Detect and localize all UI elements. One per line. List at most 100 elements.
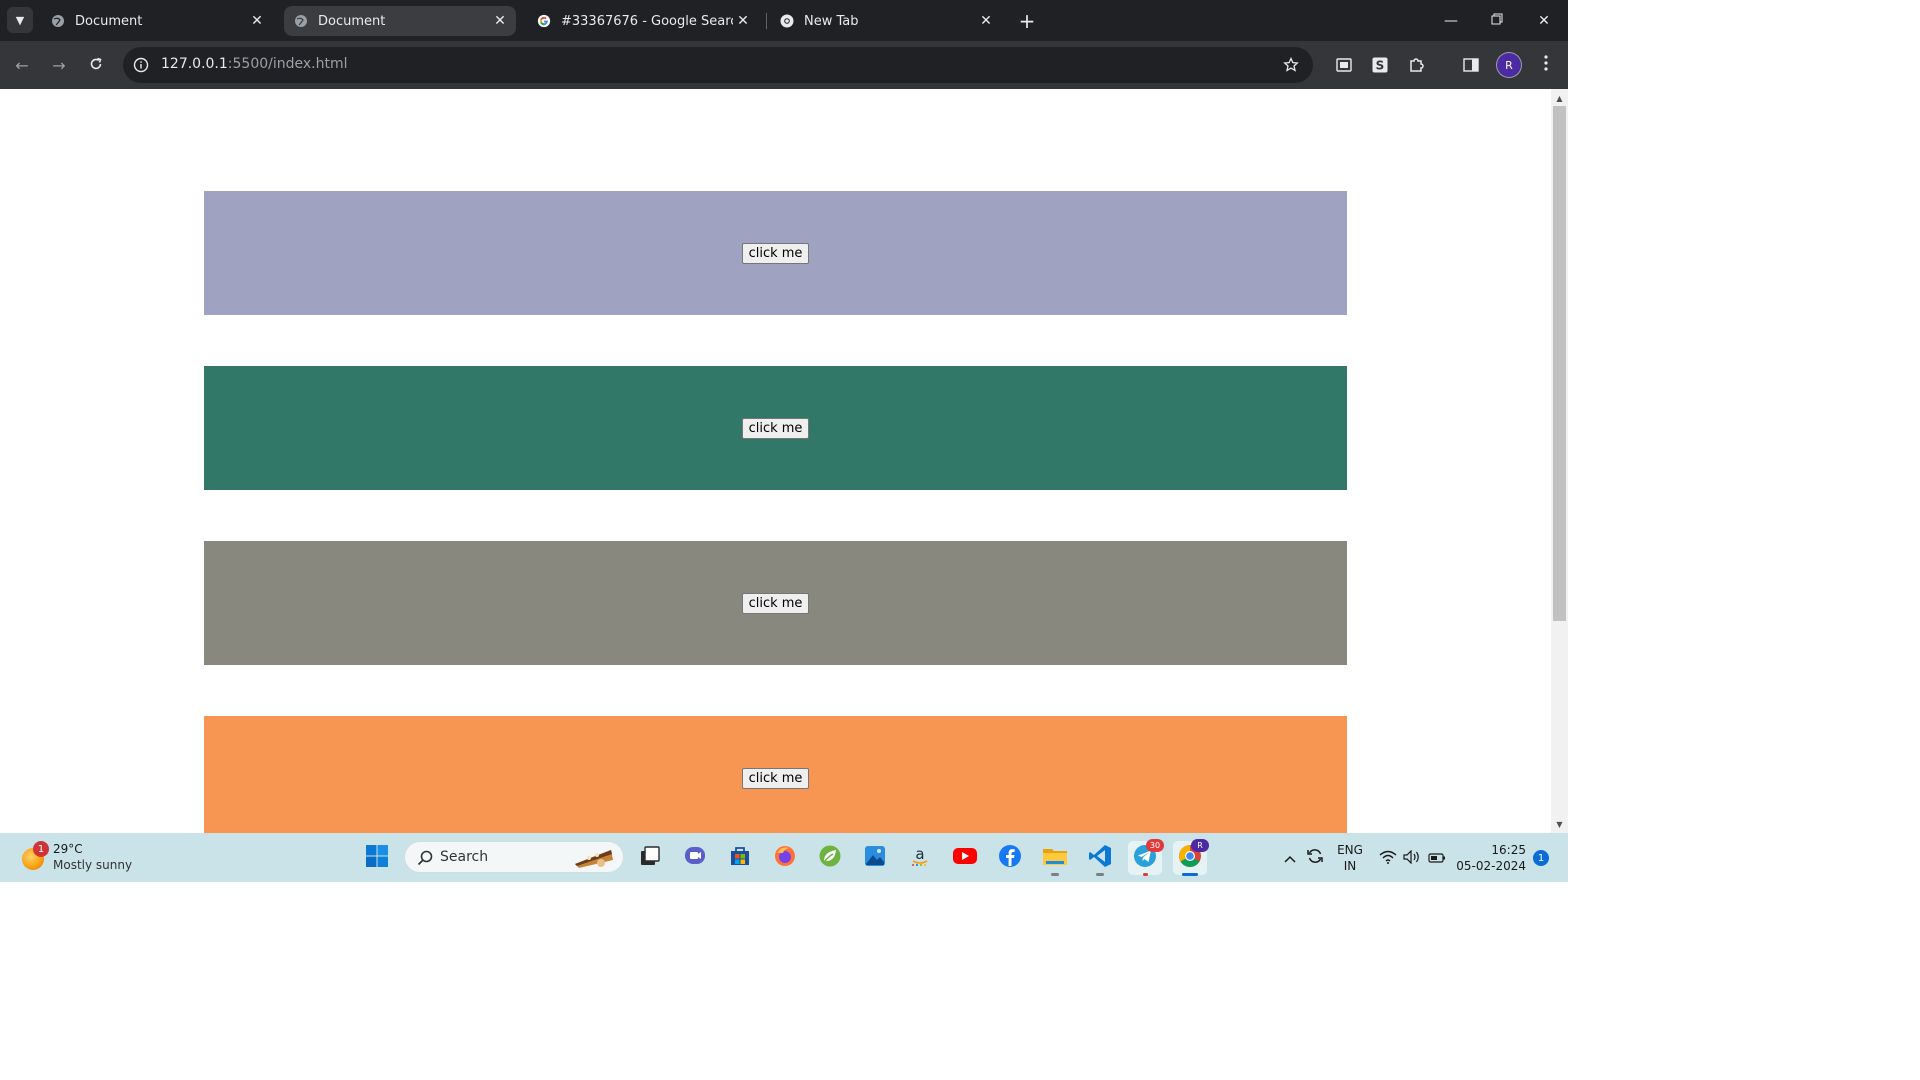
weather-widget[interactable]: 1 29°C Mostly sunny (22, 841, 152, 875)
color-box-1: click me (204, 191, 1347, 315)
chrome-profile-badge: R (1191, 839, 1209, 852)
photos-button[interactable] (858, 841, 892, 875)
telegram-button[interactable]: 30 (1128, 839, 1164, 876)
telegram-unread-badge: 30 (1146, 839, 1164, 852)
microsoft-store-button[interactable] (723, 841, 757, 875)
wifi-tray-button[interactable] (1378, 841, 1398, 875)
close-icon[interactable]: ✕ (247, 11, 267, 31)
language-indicator[interactable]: ENG IN (1336, 842, 1364, 874)
vscode-icon (1088, 844, 1112, 872)
firefox-icon (773, 844, 797, 872)
microsoft-store-icon (729, 845, 751, 871)
page-scrollbar[interactable]: ▲ ▼ (1551, 89, 1568, 833)
info-icon[interactable] (131, 55, 151, 75)
sync-tray-button[interactable] (1304, 841, 1326, 875)
start-button[interactable] (360, 841, 394, 875)
notification-badge[interactable]: 1 (1533, 850, 1549, 866)
url-host: 127.0.0.1 (161, 56, 228, 72)
click-me-button[interactable]: click me (741, 242, 810, 264)
close-icon: ✕ (1538, 12, 1550, 29)
battery-icon (1428, 849, 1446, 868)
tab-document-2[interactable]: Document ✕ (284, 6, 516, 36)
tab-label: Document (75, 13, 143, 29)
task-view-button[interactable] (633, 841, 667, 875)
globe-icon (51, 14, 65, 28)
back-button[interactable]: ← (9, 52, 35, 78)
reload-button[interactable] (83, 52, 109, 78)
reload-icon (89, 56, 103, 75)
vscode-button[interactable] (1083, 841, 1117, 876)
close-window-button[interactable]: ✕ (1521, 0, 1567, 41)
spring-tool-button[interactable] (813, 841, 847, 875)
extension-s-icon[interactable]: S (1367, 52, 1393, 78)
browser-toolbar: ← → 127.0.0.1:5500/index.html S R (0, 41, 1568, 89)
file-explorer-button[interactable] (1038, 841, 1072, 876)
search-placeholder: Search (440, 849, 489, 865)
running-indicator (1143, 873, 1148, 876)
tab-label: #33367676 - Google Search (561, 13, 733, 29)
tab-document-1[interactable]: Document ✕ (41, 6, 273, 36)
bookmark-star-icon[interactable] (1281, 55, 1301, 75)
side-panel-icon[interactable] (1458, 52, 1484, 78)
taskbar-clock[interactable]: 16:25 05-02-2024 (1456, 842, 1526, 874)
click-me-button[interactable]: click me (741, 592, 810, 614)
address-bar[interactable]: 127.0.0.1:5500/index.html (123, 47, 1313, 83)
arrow-right-icon: → (52, 55, 66, 75)
close-icon[interactable]: ✕ (490, 11, 510, 31)
kebab-menu-icon (1544, 55, 1548, 75)
facebook-button[interactable] (993, 841, 1027, 875)
browser-titlebar: ▼ Document ✕ Document ✕ #33367676 - Goog… (0, 0, 1568, 41)
show-hidden-icons-button[interactable] (1280, 841, 1300, 875)
chrome-button[interactable]: R (1173, 839, 1209, 876)
click-me-button[interactable]: click me (741, 417, 810, 439)
profile-initial: R (1505, 58, 1513, 72)
tab-label: Document (318, 13, 386, 29)
photos-icon (864, 845, 886, 871)
close-icon[interactable]: ✕ (976, 11, 996, 31)
svg-text:S: S (1376, 59, 1385, 73)
youtube-button[interactable] (948, 841, 982, 875)
scroll-down-icon[interactable]: ▼ (1551, 817, 1568, 831)
chrome-icon (780, 14, 794, 28)
language-region: IN (1343, 859, 1357, 873)
scrollbar-thumb[interactable] (1553, 106, 1566, 621)
amazon-icon: a (908, 844, 932, 872)
windows-taskbar: 1 29°C Mostly sunny Search a 30 R ENG IN… (0, 833, 1568, 882)
tab-search-button[interactable]: ▼ (7, 7, 33, 33)
tab-label: New Tab (804, 13, 859, 29)
amazon-button[interactable]: a (903, 841, 937, 875)
taskbar-search[interactable]: Search (404, 841, 624, 873)
firefox-button[interactable] (768, 841, 802, 875)
clock-time: 16:25 (1491, 843, 1526, 857)
color-box-4: click me (204, 716, 1347, 833)
restore-button[interactable] (1474, 0, 1520, 41)
url-path: :5500/index.html (227, 56, 348, 72)
volume-tray-button[interactable] (1402, 841, 1422, 875)
scroll-up-icon[interactable]: ▲ (1551, 91, 1568, 105)
tab-google-search[interactable]: #33367676 - Google Search ✕ (527, 6, 759, 36)
wifi-icon (1379, 849, 1397, 868)
extensions-puzzle-icon[interactable] (1404, 52, 1430, 78)
spring-leaf-icon (818, 844, 842, 872)
folder-icon (1042, 845, 1068, 871)
tab-new-tab[interactable]: New Tab ✕ (770, 6, 1002, 36)
browser-menu-button[interactable] (1533, 52, 1559, 78)
battery-tray-button[interactable] (1426, 841, 1448, 875)
profile-avatar[interactable]: R (1497, 53, 1521, 77)
click-me-button[interactable]: click me (741, 767, 810, 789)
new-tab-button[interactable]: + (1014, 8, 1040, 34)
teams-chat-button[interactable] (678, 841, 712, 875)
teams-chat-icon (683, 844, 707, 872)
forward-button[interactable]: → (46, 52, 72, 78)
chevron-up-icon (1283, 849, 1297, 868)
close-icon[interactable]: ✕ (733, 11, 753, 31)
weather-condition: Mostly sunny (53, 858, 133, 872)
color-box-3: click me (204, 541, 1347, 665)
restore-icon (1491, 13, 1503, 29)
extension-screen-icon[interactable] (1331, 52, 1357, 78)
speaker-icon (1403, 849, 1421, 868)
minimize-button[interactable]: — (1428, 0, 1474, 41)
youtube-icon (952, 846, 978, 870)
sync-icon (1306, 847, 1324, 869)
task-view-icon (639, 845, 661, 871)
